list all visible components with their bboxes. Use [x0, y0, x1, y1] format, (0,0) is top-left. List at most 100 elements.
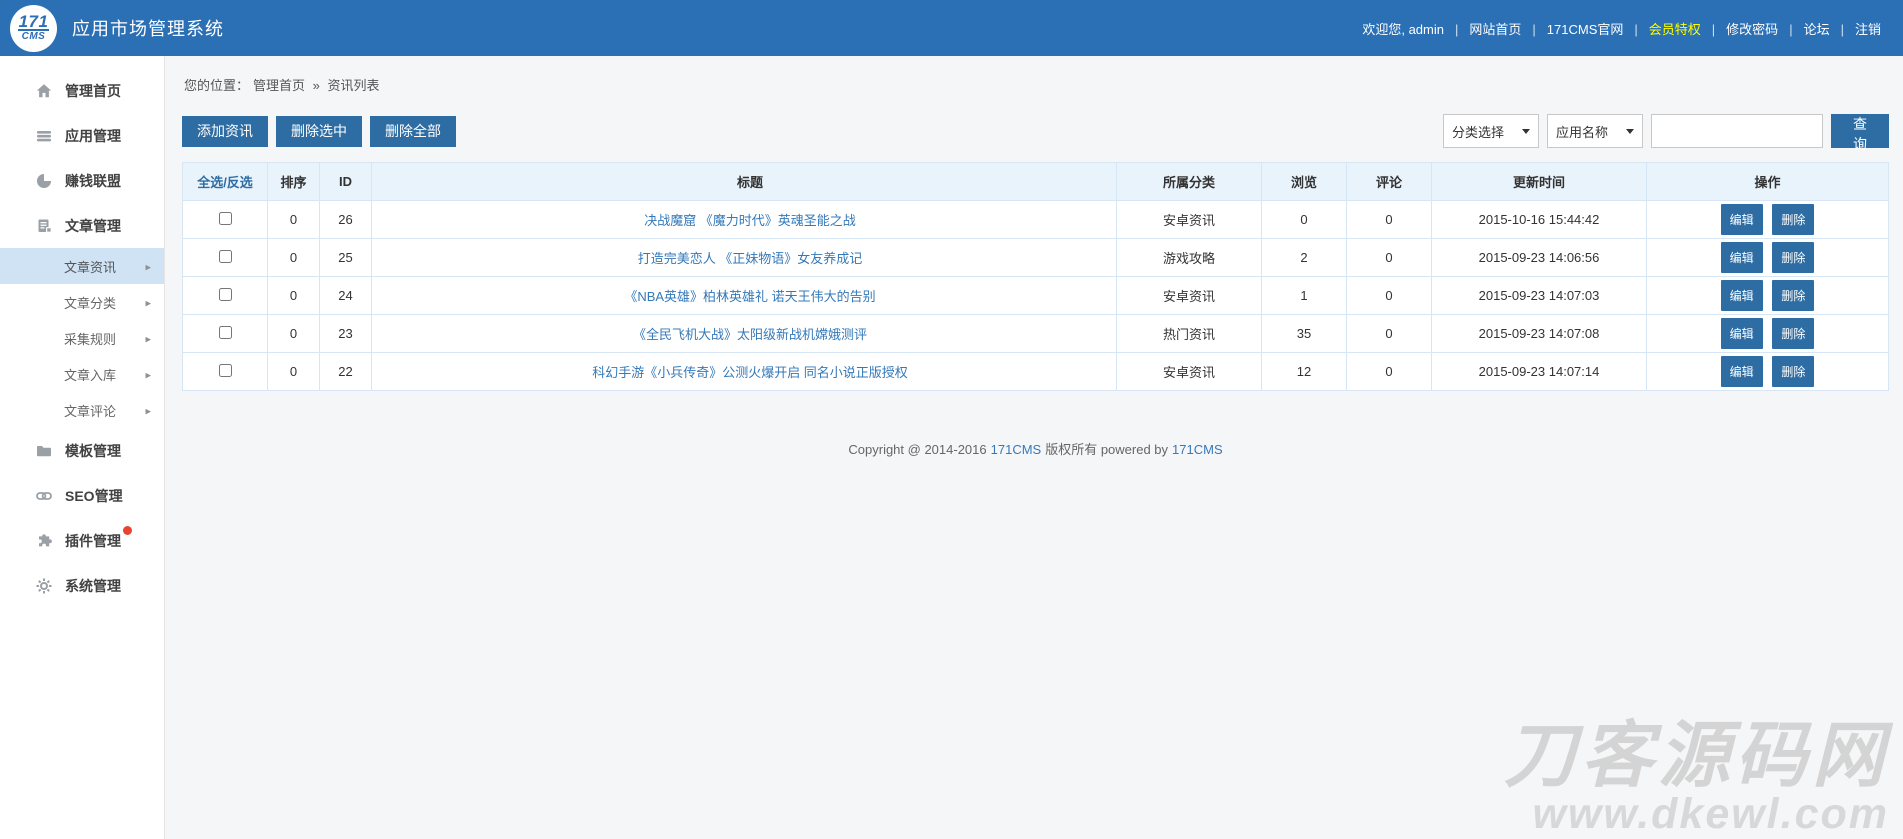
- delete-all-button[interactable]: 删除全部: [370, 116, 456, 147]
- row-checkbox[interactable]: [219, 250, 232, 263]
- news-title-link[interactable]: 打造完美恋人 《正妹物语》女友养成记: [638, 251, 863, 266]
- query-button[interactable]: 查 询: [1831, 114, 1889, 148]
- cell-comments: 0: [1347, 315, 1432, 353]
- news-title-link[interactable]: 《全民飞机大战》太阳级新战机嫦娥测评: [633, 327, 867, 342]
- table-row: 0 26 决战魔窟 《魔力时代》英魂圣能之战 安卓资讯 0 0 2015-10-…: [183, 201, 1889, 239]
- delete-button[interactable]: 删除: [1772, 204, 1814, 235]
- cell-updated: 2015-09-23 14:06:56: [1432, 239, 1647, 277]
- nav-forum-link[interactable]: 论坛: [1804, 19, 1855, 38]
- delete-button[interactable]: 删除: [1772, 280, 1814, 311]
- sidebar-item-label: 文章管理: [65, 216, 121, 236]
- sidebar-item-seo-management[interactable]: SEO管理: [0, 473, 164, 518]
- row-checkbox[interactable]: [219, 288, 232, 301]
- sidebar-item-app-management[interactable]: 应用管理: [0, 113, 164, 158]
- cell-id: 22: [320, 353, 372, 391]
- column-header-updated: 更新时间: [1432, 163, 1647, 201]
- sidebar-subitem-label: 文章资讯: [64, 257, 116, 276]
- sidebar-subitem-label: 文章入库: [64, 365, 116, 384]
- cell-sort: 0: [268, 353, 320, 391]
- header-nav: 欢迎您, admin 网站首页 171CMS官网 会员特权 修改密码 论坛 注销: [1362, 19, 1881, 38]
- gear-icon: [36, 578, 52, 594]
- sidebar-item-label: SEO管理: [65, 486, 123, 506]
- cell-updated: 2015-09-23 14:07:14: [1432, 353, 1647, 391]
- delete-selected-button[interactable]: 删除选中: [276, 116, 362, 147]
- category-filter-value: 分类选择: [1452, 122, 1504, 141]
- article-submenu: 文章资讯 文章分类 采集规则 文章入库 文章评论: [0, 248, 164, 428]
- sidebar-subitem-article-category[interactable]: 文章分类: [0, 284, 164, 320]
- table-row: 0 25 打造完美恋人 《正妹物语》女友养成记 游戏攻略 2 0 2015-09…: [183, 239, 1889, 277]
- category-filter-select[interactable]: 分类选择: [1443, 114, 1539, 148]
- edit-button[interactable]: 编辑: [1721, 280, 1763, 311]
- footer-171cms-link[interactable]: 171CMS: [991, 442, 1042, 457]
- sidebar-item-system-management[interactable]: 系统管理: [0, 563, 164, 608]
- breadcrumb: 您的位置：管理首页 » 资讯列表: [182, 56, 1889, 104]
- table-row: 0 24 《NBA英雄》柏林英雄礼 诺天王伟大的告别 安卓资讯 1 0 2015…: [183, 277, 1889, 315]
- copyright-text: 版权所有 powered by: [1045, 442, 1168, 457]
- logo-text-cms: CMS: [22, 31, 46, 42]
- news-title-link[interactable]: 决战魔窟 《魔力时代》英魂圣能之战: [644, 213, 856, 228]
- chevron-right-icon: [145, 367, 151, 382]
- delete-button[interactable]: 删除: [1772, 356, 1814, 387]
- breadcrumb-home-link[interactable]: 管理首页: [253, 78, 305, 93]
- footer-powered-by-link[interactable]: 171CMS: [1172, 442, 1223, 457]
- sidebar-item-template-management[interactable]: 模板管理: [0, 428, 164, 473]
- sidebar-subitem-article-news[interactable]: 文章资讯: [0, 248, 164, 284]
- cell-views: 2: [1262, 239, 1347, 277]
- edit-button[interactable]: 编辑: [1721, 356, 1763, 387]
- sidebar-item-label: 系统管理: [65, 576, 121, 596]
- sidebar-subitem-collection-rules[interactable]: 采集规则: [0, 320, 164, 356]
- cell-comments: 0: [1347, 201, 1432, 239]
- link-icon: [36, 488, 52, 504]
- row-checkbox[interactable]: [219, 326, 232, 339]
- sidebar-item-label: 管理首页: [65, 81, 121, 101]
- cell-id: 26: [320, 201, 372, 239]
- add-news-button[interactable]: 添加资讯: [182, 116, 268, 147]
- cell-sort: 0: [268, 239, 320, 277]
- sidebar-item-earning-alliance[interactable]: 赚钱联盟: [0, 158, 164, 203]
- nav-member-privilege-link[interactable]: 会员特权: [1649, 19, 1726, 38]
- main-content: 您的位置：管理首页 » 资讯列表 添加资讯 删除选中 删除全部 分类选择 应用名…: [166, 56, 1903, 839]
- nav-change-password-link[interactable]: 修改密码: [1726, 19, 1803, 38]
- cell-updated: 2015-09-23 14:07:03: [1432, 277, 1647, 315]
- cell-updated: 2015-09-23 14:07:08: [1432, 315, 1647, 353]
- welcome-admin-text: 欢迎您, admin: [1362, 19, 1469, 38]
- cell-category: 安卓资讯: [1117, 277, 1262, 315]
- edit-button[interactable]: 编辑: [1721, 318, 1763, 349]
- row-checkbox[interactable]: [219, 212, 232, 225]
- column-header-sort: 排序: [268, 163, 320, 201]
- table-row: 0 22 科幻手游《小兵传奇》公测火爆开启 同名小说正版授权 安卓资讯 12 0…: [183, 353, 1889, 391]
- sidebar-item-label: 插件管理: [65, 533, 121, 549]
- news-title-link[interactable]: 《NBA英雄》柏林英雄礼 诺天王伟大的告别: [624, 289, 875, 304]
- folder-icon: [36, 443, 52, 459]
- sidebar: 管理首页 应用管理 赚钱联盟 文章管理 文章资讯 文章分类 采集规则: [0, 56, 165, 839]
- sidebar-item-dashboard[interactable]: 管理首页: [0, 68, 164, 113]
- cell-category: 安卓资讯: [1117, 201, 1262, 239]
- chevron-right-icon: [145, 331, 151, 346]
- column-header-category: 所属分类: [1117, 163, 1262, 201]
- nav-logout-link[interactable]: 注销: [1855, 19, 1881, 38]
- search-input[interactable]: [1651, 114, 1823, 148]
- sidebar-subitem-article-comments[interactable]: 文章评论: [0, 392, 164, 428]
- table-header-row: 全选/反选 排序 ID 标题 所属分类 浏览 评论 更新时间 操作: [183, 163, 1889, 201]
- row-checkbox[interactable]: [219, 364, 232, 377]
- sidebar-item-article-management[interactable]: 文章管理: [0, 203, 164, 248]
- sidebar-item-plugin-management[interactable]: 插件管理: [0, 518, 164, 563]
- nav-site-home-link[interactable]: 网站首页: [1469, 19, 1546, 38]
- app-name-filter-select[interactable]: 应用名称: [1547, 114, 1643, 148]
- cell-id: 25: [320, 239, 372, 277]
- cell-sort: 0: [268, 201, 320, 239]
- edit-button[interactable]: 编辑: [1721, 242, 1763, 273]
- column-header-id: ID: [320, 163, 372, 201]
- delete-button[interactable]: 删除: [1772, 318, 1814, 349]
- news-table: 全选/反选 排序 ID 标题 所属分类 浏览 评论 更新时间 操作 0 26 决…: [182, 162, 1889, 391]
- news-title-link[interactable]: 科幻手游《小兵传奇》公测火爆开启 同名小说正版授权: [592, 365, 908, 380]
- nav-official-site-link[interactable]: 171CMS官网: [1547, 19, 1649, 38]
- edit-button[interactable]: 编辑: [1721, 204, 1763, 235]
- cell-updated: 2015-10-16 15:44:42: [1432, 201, 1647, 239]
- table-row: 0 23 《全民飞机大战》太阳级新战机嫦娥测评 热门资讯 35 0 2015-0…: [183, 315, 1889, 353]
- delete-button[interactable]: 删除: [1772, 242, 1814, 273]
- cell-views: 12: [1262, 353, 1347, 391]
- toolbar: 添加资讯 删除选中 删除全部 分类选择 应用名称 查 询: [182, 114, 1889, 148]
- select-all-toggle[interactable]: 全选/反选: [197, 175, 253, 190]
- sidebar-subitem-article-storage[interactable]: 文章入库: [0, 356, 164, 392]
